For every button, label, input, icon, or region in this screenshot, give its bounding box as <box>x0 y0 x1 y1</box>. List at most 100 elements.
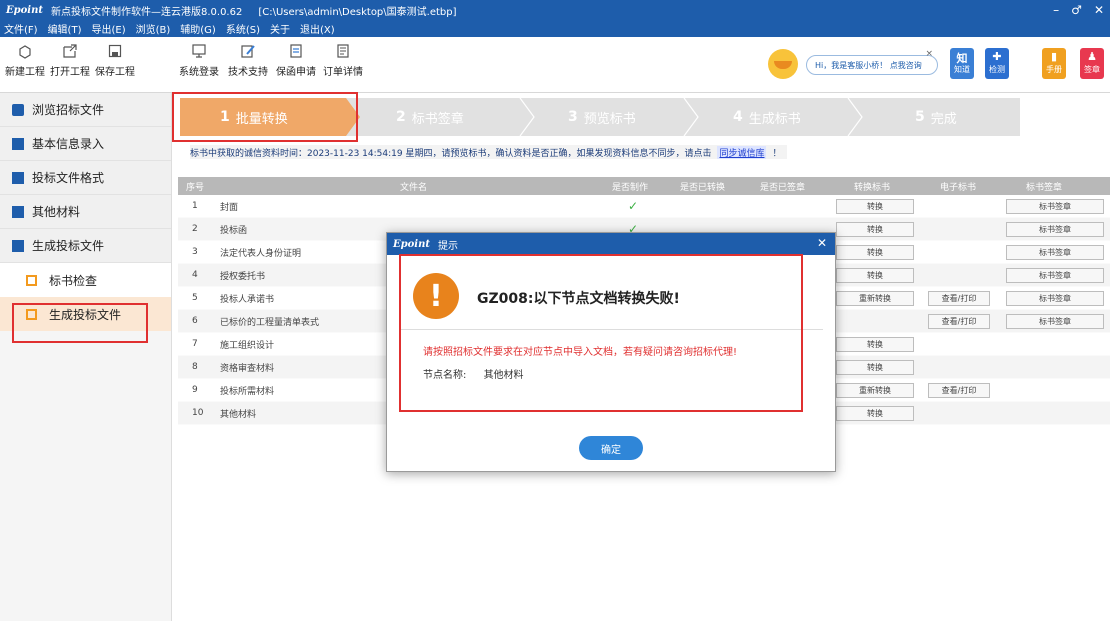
bid-sign-button[interactable]: 标书签章 <box>1006 199 1104 214</box>
edit-icon <box>12 205 24 218</box>
step-number: 3 <box>568 109 578 125</box>
restore-button[interactable]: ♂ <box>1071 3 1082 17</box>
sidebar-subitem-bid-check[interactable]: 标书检查 <box>0 263 171 297</box>
convert-button[interactable]: 重新转换 <box>836 383 914 398</box>
header-made: 是否制作 <box>612 182 649 193</box>
view-print-button[interactable]: 查看/打印 <box>928 291 990 306</box>
row-filename: 投标所需材料 <box>220 386 275 397</box>
step-2-sign[interactable]: 2 标书签章 <box>396 98 464 136</box>
bid-sign-button[interactable]: 标书签章 <box>1006 245 1104 260</box>
row-filename: 其他材料 <box>220 409 257 420</box>
menu-about[interactable]: 关于 <box>270 21 290 36</box>
assistant-bubble[interactable]: Hi，我是客服小桥！ 点我咨询 × <box>806 49 938 75</box>
ok-button[interactable]: 确定 <box>579 436 643 460</box>
manual-button[interactable]: ▮ 手册 <box>1042 48 1066 79</box>
step-label: 完成 <box>930 111 957 127</box>
tech-support-label: 技术支持 <box>228 67 268 78</box>
menu-browse[interactable]: 浏览(B) <box>136 21 171 36</box>
bid-sign-button[interactable]: 标书签章 <box>1006 222 1104 237</box>
minimize-button[interactable]: – <box>1053 3 1059 17</box>
row-filename: 投标人承诺书 <box>220 294 275 305</box>
highlight-box-step <box>172 92 358 142</box>
system-login-button[interactable]: 系统登录 <box>176 43 222 78</box>
row-number: 1 <box>192 201 198 211</box>
header-filename: 文件名 <box>400 182 428 193</box>
sidebar-item-other-materials[interactable]: 其他材料 <box>0 195 171 229</box>
support-icon <box>240 43 256 59</box>
view-print-button[interactable]: 查看/打印 <box>928 314 990 329</box>
bid-sign-button[interactable]: 标书签章 <box>1006 314 1104 329</box>
convert-button[interactable]: 转换 <box>836 406 914 421</box>
row-number: 2 <box>192 224 198 234</box>
step-number: 5 <box>915 109 925 125</box>
know-label: 知道 <box>954 65 970 74</box>
know-icon: 知 <box>956 52 968 65</box>
sign-label: 签章 <box>1084 65 1100 74</box>
sidebar-item-basic-info[interactable]: 基本信息录入 <box>0 127 171 161</box>
convert-button[interactable]: 转换 <box>836 199 914 214</box>
sidebar-item-label: 浏览招标文件 <box>32 103 105 117</box>
menu-exit[interactable]: 退出(X) <box>300 21 335 36</box>
dialog-close-icon[interactable]: ✕ <box>817 236 827 250</box>
new-project-label: 新建工程 <box>5 67 45 78</box>
highlight-box-dialog <box>399 254 803 412</box>
tech-support-button[interactable]: 技术支持 <box>225 43 271 78</box>
row-number: 8 <box>192 362 198 372</box>
order-detail-button[interactable]: 订单详情 <box>320 43 366 78</box>
edit-icon <box>12 171 24 184</box>
assistant-close-icon[interactable]: × <box>925 49 933 59</box>
menu-file[interactable]: 文件(F) <box>4 21 38 36</box>
convert-button[interactable]: 转换 <box>836 222 914 237</box>
sidebar-item-generate-bid[interactable]: 生成投标文件 <box>0 229 171 263</box>
view-print-button[interactable]: 查看/打印 <box>928 383 990 398</box>
header-signed: 是否已签章 <box>760 182 806 193</box>
table-row[interactable]: 1 封面 ✓ 转换 标书签章 <box>178 195 1110 218</box>
manual-label: 手册 <box>1046 65 1062 74</box>
menu-assist[interactable]: 辅助(G) <box>180 21 216 36</box>
row-filename: 施工组织设计 <box>220 340 275 351</box>
step-number: 4 <box>733 109 743 125</box>
integrity-notice: 标书中获取的诚信资料时间：2023-11-23 14:54:19 星期四，请预览… <box>190 145 788 159</box>
guarantee-icon <box>288 43 304 59</box>
system-login-label: 系统登录 <box>179 67 219 78</box>
assistant-mascot-icon[interactable] <box>768 49 798 79</box>
new-project-button[interactable]: 新建工程 <box>2 43 48 78</box>
sidebar-item-browse-tender[interactable]: 浏览招标文件 <box>0 93 171 127</box>
sync-integrity-link[interactable]: 同步诚信库 <box>717 145 767 159</box>
step-label: 生成标书 <box>748 111 801 127</box>
save-project-button[interactable]: 保存工程 <box>92 43 138 78</box>
dialog-title: 提示 <box>437 240 458 252</box>
menu-export[interactable]: 导出(E) <box>91 21 125 36</box>
step-4-generate[interactable]: 4 生成标书 <box>733 98 801 136</box>
step-3-preview[interactable]: 3 预览标书 <box>568 98 636 136</box>
detect-button[interactable]: ✚ 检测 <box>985 48 1009 79</box>
close-button[interactable]: ✕ <box>1094 3 1104 17</box>
row-filename: 授权委托书 <box>220 271 266 282</box>
order-detail-label: 订单详情 <box>323 67 363 78</box>
menu-system[interactable]: 系统(S) <box>226 21 260 36</box>
know-button[interactable]: 知 知道 <box>950 48 974 79</box>
sidebar: 浏览招标文件 基本信息录入 投标文件格式 其他材料 生成投标文件 标书检查 生成… <box>0 93 172 621</box>
convert-button[interactable]: 重新转换 <box>836 291 914 306</box>
convert-button[interactable]: 转换 <box>836 245 914 260</box>
open-project-button[interactable]: 打开工程 <box>47 43 93 78</box>
convert-button[interactable]: 转换 <box>836 268 914 283</box>
window-controls: – ♂ ✕ <box>1053 0 1104 20</box>
sidebar-item-bid-format[interactable]: 投标文件格式 <box>0 161 171 195</box>
order-icon <box>335 43 351 59</box>
bid-sign-button[interactable]: 标书签章 <box>1006 268 1104 283</box>
step-5-done[interactable]: 5 完成 <box>915 98 957 136</box>
convert-button[interactable]: 转换 <box>836 360 914 375</box>
bid-sign-button[interactable]: 标书签章 <box>1006 291 1104 306</box>
sign-button[interactable]: ♟ 签章 <box>1080 48 1104 79</box>
guarantee-apply-button[interactable]: 保函申请 <box>273 43 319 78</box>
header-converted: 是否已转换 <box>680 182 726 193</box>
toolbar: 新建工程 打开工程 保存工程 系统登录 技术支持 保函申请 订单详情 Hi，我是… <box>0 37 1110 93</box>
app-logo: Epoint <box>6 4 43 16</box>
sidebar-item-label: 基本信息录入 <box>32 137 105 151</box>
convert-button[interactable]: 转换 <box>836 337 914 352</box>
window-title: 新点投标文件制作软件—连云港版8.0.0.62 <box>50 6 243 18</box>
menu-edit[interactable]: 编辑(T) <box>48 21 82 36</box>
title-bar: Epoint 新点投标文件制作软件—连云港版8.0.0.62 [C:\Users… <box>0 0 1110 20</box>
step-label: 标书签章 <box>411 111 464 127</box>
